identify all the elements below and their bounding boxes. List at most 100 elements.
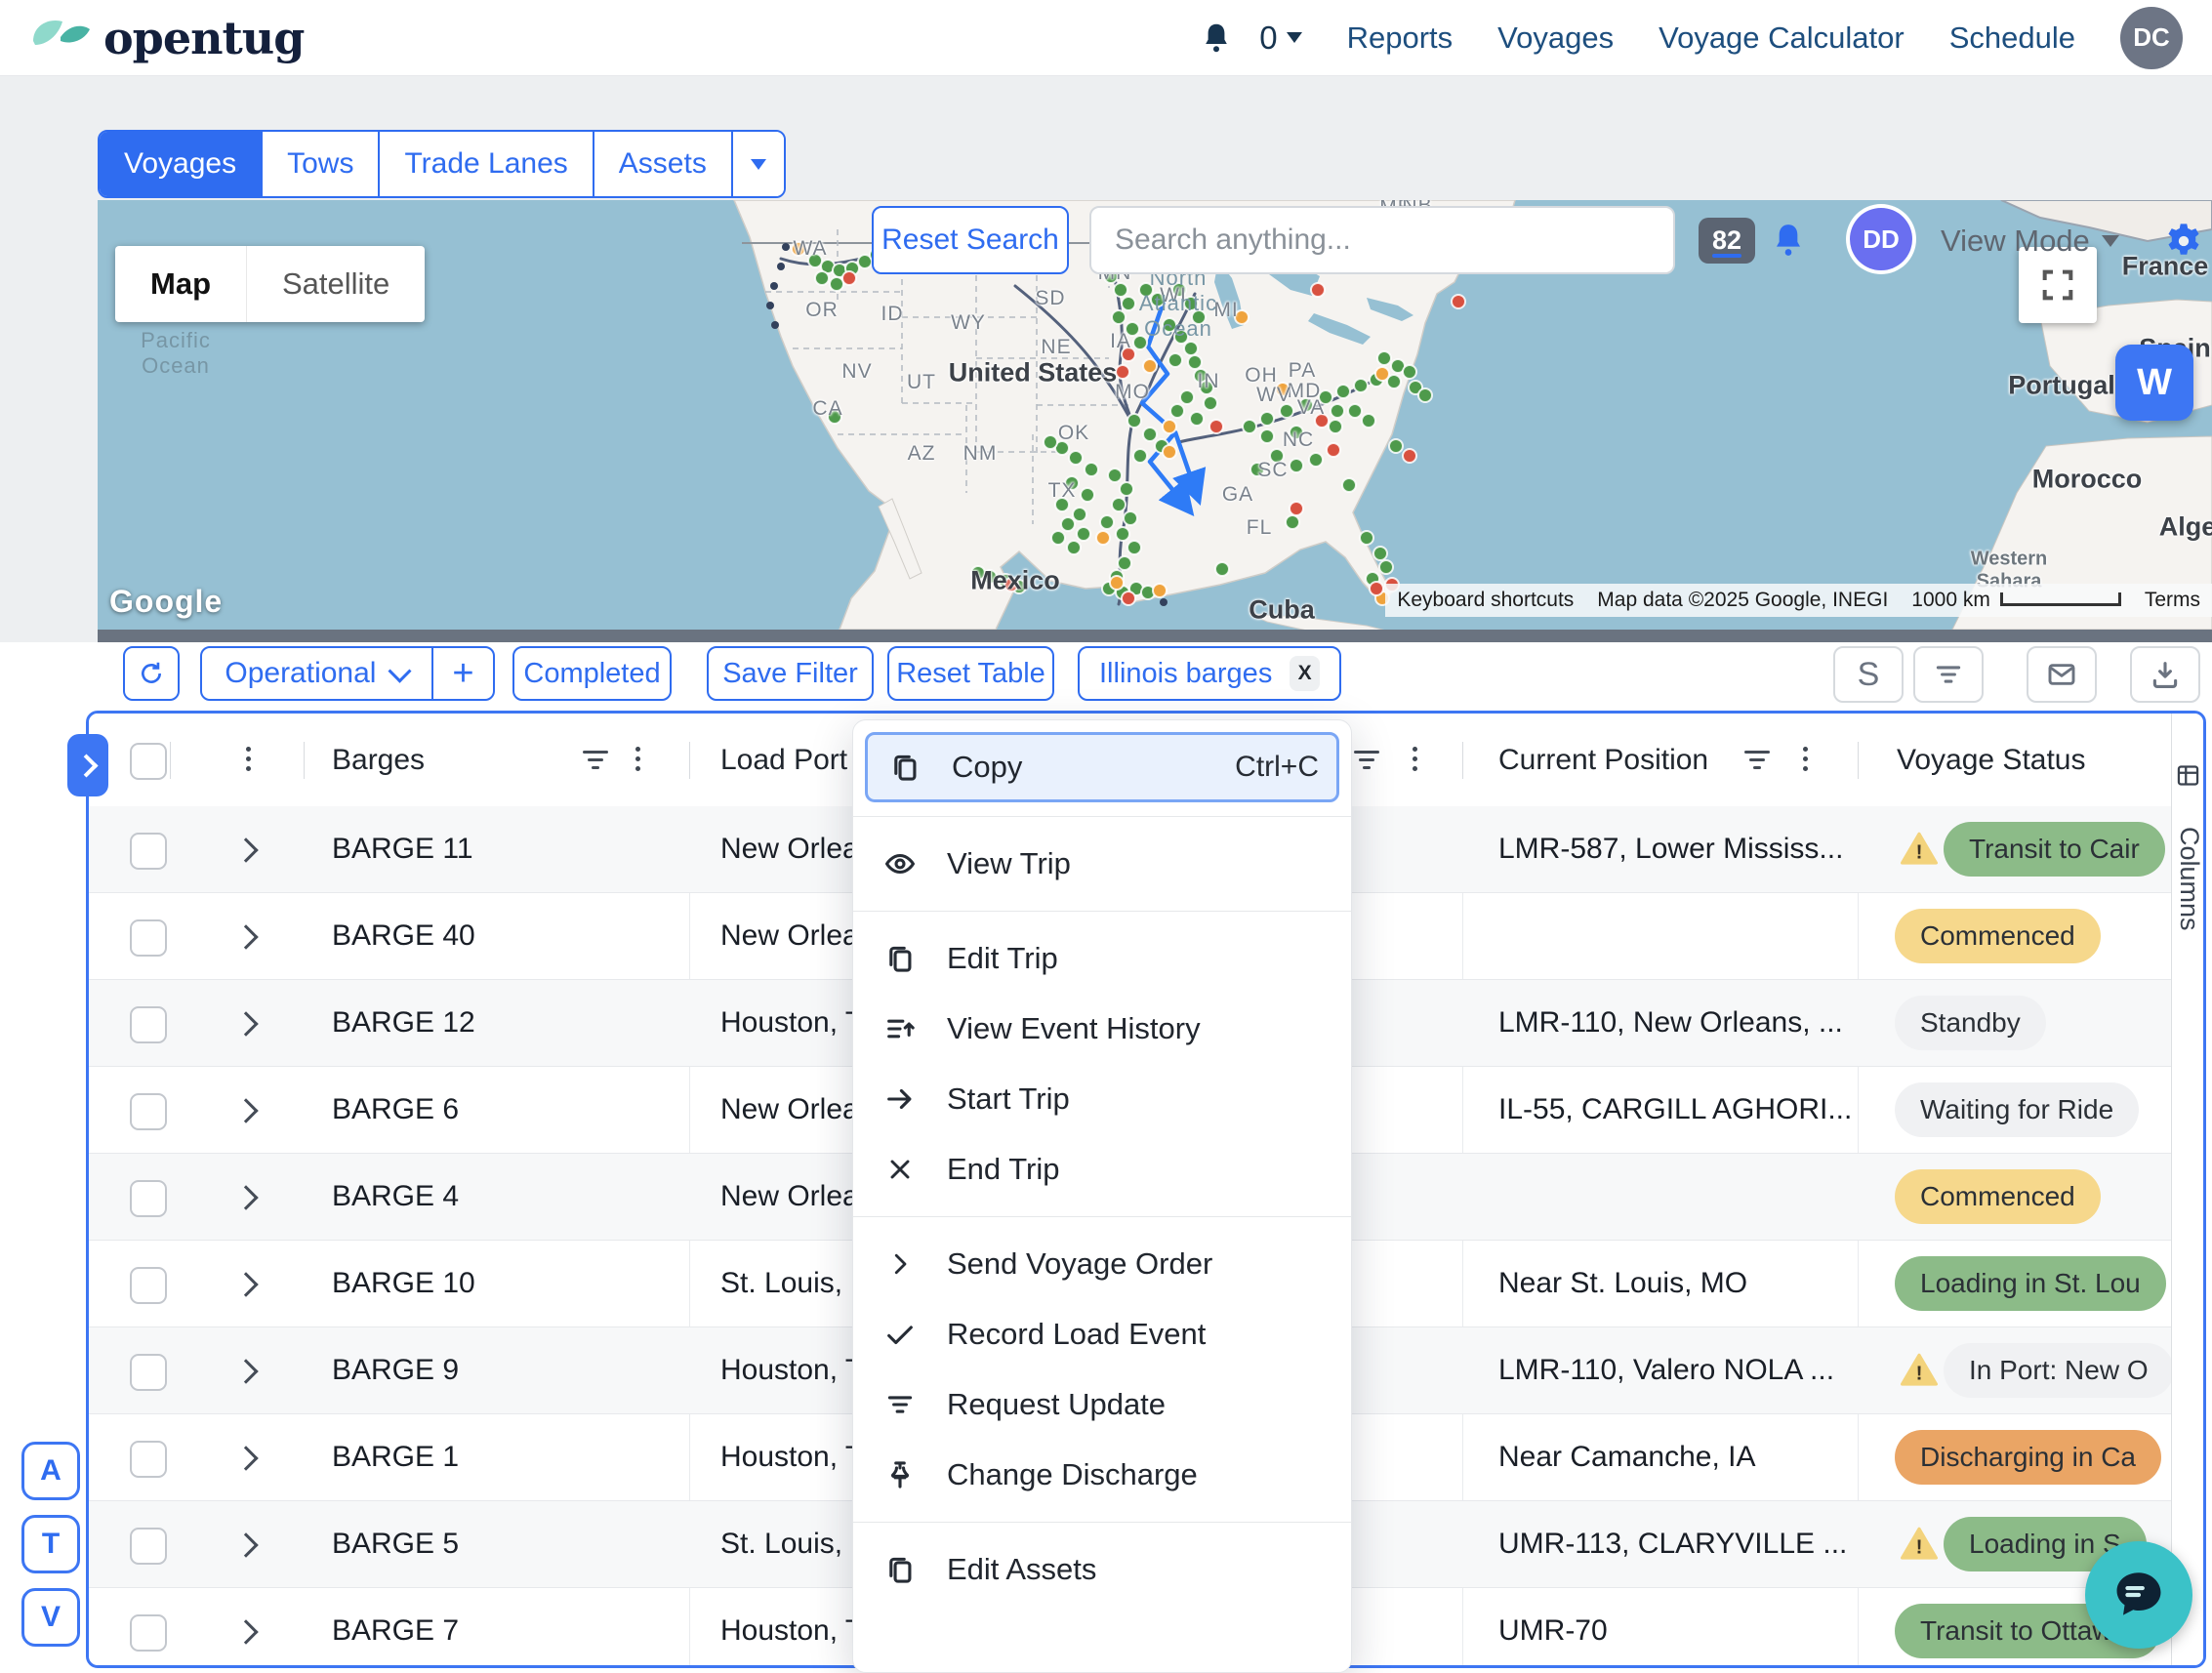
- select-all-checkbox[interactable]: [130, 743, 167, 780]
- vessel-marker[interactable]: [1362, 414, 1375, 428]
- quick-button-t[interactable]: T: [21, 1515, 80, 1573]
- row-expand-chevron-icon[interactable]: [233, 1272, 258, 1296]
- filter-icon[interactable]: [583, 751, 608, 769]
- tab-trade-lanes[interactable]: Trade Lanes: [378, 132, 592, 196]
- notification-count-dropdown[interactable]: 0: [1259, 20, 1301, 57]
- vessel-marker[interactable]: [1163, 445, 1176, 459]
- vessel-marker[interactable]: [1133, 449, 1147, 463]
- column-header-voyage-status[interactable]: Voyage Status: [1897, 714, 2085, 806]
- vessel-marker[interactable]: [1168, 353, 1182, 367]
- vessel-marker[interactable]: [1375, 367, 1389, 381]
- map-type-satellite[interactable]: Satellite: [247, 246, 425, 322]
- toolbar-download-icon[interactable]: [2130, 646, 2200, 703]
- vessel-marker[interactable]: [1319, 390, 1332, 404]
- alerts-bell-icon[interactable]: [1769, 219, 1808, 266]
- vessel-marker[interactable]: [1163, 420, 1176, 433]
- columns-side-panel[interactable]: Columns: [2171, 714, 2204, 1665]
- nav-link-schedule[interactable]: Schedule: [1949, 20, 2075, 56]
- row-checkbox[interactable]: [130, 1528, 167, 1565]
- vessel-marker[interactable]: [1354, 379, 1368, 392]
- row-expand-chevron-icon[interactable]: [233, 924, 258, 949]
- row-checkbox[interactable]: [130, 1354, 167, 1391]
- vessel-marker[interactable]: [1200, 381, 1213, 394]
- column-menu-icon[interactable]: [1413, 747, 1418, 771]
- vessel-marker[interactable]: [1122, 297, 1135, 310]
- vessel-marker[interactable]: [1311, 283, 1325, 297]
- row-checkbox[interactable]: [130, 1180, 167, 1217]
- view-mode-dropdown[interactable]: View Mode: [1941, 224, 2119, 259]
- map-w-button[interactable]: W: [2115, 345, 2193, 421]
- row-checkbox[interactable]: [130, 833, 167, 870]
- chat-launcher[interactable]: [2085, 1541, 2192, 1649]
- row-expand-chevron-icon[interactable]: [233, 1532, 258, 1557]
- vessel-marker[interactable]: [830, 277, 843, 291]
- menu-item-send-voyage-order[interactable]: Send Voyage Order: [853, 1229, 1351, 1299]
- vessel-marker[interactable]: [771, 321, 779, 329]
- column-header-current-position[interactable]: Current Position: [1498, 714, 1708, 806]
- vessel-marker[interactable]: [1118, 556, 1131, 570]
- vessel-marker[interactable]: [1327, 443, 1340, 457]
- vessel-marker[interactable]: [1143, 359, 1157, 373]
- nav-link-reports[interactable]: Reports: [1347, 20, 1454, 56]
- row-checkbox[interactable]: [130, 1093, 167, 1130]
- vessel-marker[interactable]: [1114, 283, 1127, 297]
- vessel-marker[interactable]: [1096, 531, 1110, 545]
- vessel-marker[interactable]: [1290, 502, 1303, 515]
- reset-table-button[interactable]: Reset Table: [887, 646, 1054, 701]
- vessel-marker[interactable]: [1192, 310, 1206, 324]
- vessel-marker[interactable]: [1250, 463, 1264, 476]
- vessel-marker[interactable]: [1069, 451, 1083, 465]
- filter-icon[interactable]: [1354, 751, 1379, 769]
- vessel-marker[interactable]: [1139, 283, 1153, 297]
- vessel-marker[interactable]: [1286, 515, 1299, 529]
- vessel-marker[interactable]: [1127, 414, 1141, 428]
- vessel-marker[interactable]: [782, 243, 790, 251]
- vessel-marker[interactable]: [1172, 283, 1186, 297]
- toolbar-mail-icon[interactable]: [2027, 646, 2097, 703]
- vessel-marker[interactable]: [1377, 351, 1391, 365]
- vessel-marker[interactable]: [808, 254, 822, 267]
- row-expand-chevron-icon[interactable]: [233, 1098, 258, 1122]
- vessel-marker[interactable]: [1342, 478, 1356, 492]
- vessel-marker[interactable]: [971, 566, 985, 580]
- nav-link-voyages[interactable]: Voyages: [1497, 20, 1614, 56]
- vessel-marker[interactable]: [1204, 396, 1217, 410]
- menu-item-view-trip[interactable]: View Trip: [853, 829, 1351, 899]
- vessel-marker[interactable]: [1389, 439, 1403, 453]
- vessel-marker[interactable]: [1260, 412, 1274, 426]
- saved-filter-dropdown[interactable]: Operational: [202, 648, 431, 699]
- vessel-marker[interactable]: [1004, 578, 1018, 592]
- vessel-marker[interactable]: [1151, 293, 1165, 306]
- vessel-marker[interactable]: [1403, 365, 1416, 379]
- active-filter-chip[interactable]: Illinois barges X: [1078, 646, 1341, 701]
- vessel-marker[interactable]: [1163, 318, 1176, 332]
- vessel-marker[interactable]: [1290, 426, 1303, 439]
- menu-item-change-discharge[interactable]: Change Discharge: [853, 1440, 1351, 1510]
- vessel-marker[interactable]: [1184, 342, 1198, 355]
- vessel-marker[interactable]: [1215, 562, 1229, 576]
- row-checkbox[interactable]: [130, 1441, 167, 1478]
- vessel-marker[interactable]: [1331, 404, 1344, 418]
- tabs-more-dropdown[interactable]: [731, 132, 784, 196]
- vessel-marker[interactable]: [1418, 388, 1432, 402]
- vessel-marker[interactable]: [1133, 336, 1147, 349]
- menu-item-view-event-history[interactable]: View Event History: [853, 994, 1351, 1064]
- nav-link-voyage-calculator[interactable]: Voyage Calculator: [1659, 20, 1905, 56]
- vessel-marker[interactable]: [1290, 459, 1303, 472]
- user-avatar[interactable]: DC: [2120, 7, 2183, 69]
- vessel-marker[interactable]: [1085, 463, 1098, 476]
- vessel-marker[interactable]: [1180, 390, 1194, 404]
- vessel-marker[interactable]: [1360, 531, 1373, 545]
- vessel-marker[interactable]: [1188, 355, 1202, 369]
- row-expand-chevron-icon[interactable]: [233, 837, 258, 862]
- vessel-marker[interactable]: [1270, 449, 1284, 463]
- add-filter-button[interactable]: +: [431, 648, 493, 699]
- vessel-marker[interactable]: [1379, 560, 1393, 574]
- row-checkbox[interactable]: [130, 1614, 167, 1652]
- row-checkbox[interactable]: [130, 919, 167, 957]
- vessel-marker[interactable]: [1108, 469, 1122, 482]
- filter-icon[interactable]: [1744, 751, 1770, 769]
- vessel-marker[interactable]: [1160, 598, 1167, 606]
- vessel-marker[interactable]: [1190, 412, 1204, 426]
- bell-icon[interactable]: [1199, 19, 1234, 58]
